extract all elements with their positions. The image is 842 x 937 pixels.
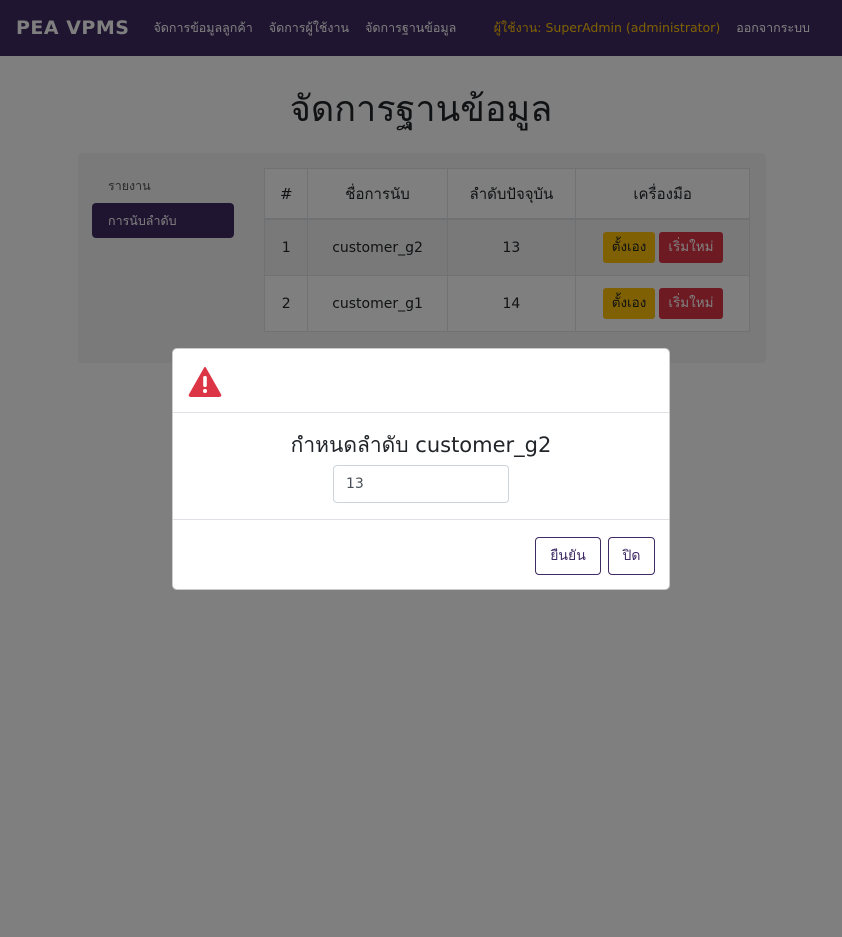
close-button[interactable]: ปิด xyxy=(608,537,655,575)
modal-body: กำหนดลำดับ customer_g2 xyxy=(173,413,669,520)
confirm-button[interactable]: ยืนยัน xyxy=(535,537,601,575)
sequence-input[interactable] xyxy=(333,465,509,503)
modal-title: กำหนดลำดับ customer_g2 xyxy=(290,433,552,457)
sequence-modal: กำหนดลำดับ customer_g2 ยืนยัน ปิด xyxy=(172,348,670,590)
modal-footer: ยืนยัน ปิด xyxy=(173,520,669,590)
warning-triangle-icon xyxy=(188,367,222,397)
modal-header xyxy=(173,349,669,413)
